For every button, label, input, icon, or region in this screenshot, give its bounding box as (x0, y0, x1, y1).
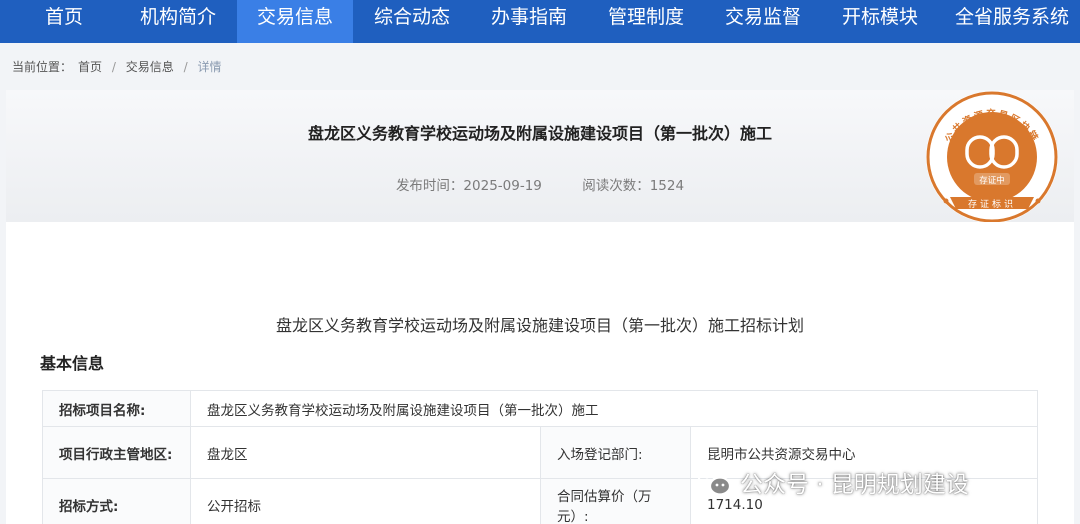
breadcrumb-home[interactable]: 首页 (78, 60, 102, 74)
region-value: 盘龙区 (190, 426, 541, 479)
estimate-label: 合同估算价（万元）: (540, 478, 691, 524)
watermark: 公众号 · 昆明规划建设 (698, 462, 969, 502)
view-count: 阅读次数：1524 (582, 178, 685, 194)
project-name-value: 盘龙区义务教育学校运动场及附属设施建设项目（第一批次）施工 (190, 390, 1038, 427)
nav-item-about[interactable]: 机构简介 (120, 0, 236, 43)
project-name-label: 招标项目名称: (42, 390, 191, 427)
breadcrumb-prefix: 当前位置： (12, 60, 73, 74)
breadcrumb-trading-info[interactable]: 交易信息 (126, 60, 174, 74)
breadcrumb-separator: / (111, 60, 116, 74)
section-title-basic-info: 基本信息 (40, 354, 105, 373)
seal-center-text: 存证中 (979, 175, 1005, 186)
region-label: 项目行政主管地区: (42, 426, 191, 479)
nav-item-rules[interactable]: 管理制度 (588, 0, 704, 43)
document-title: 盘龙区义务教育学校运动场及附属设施建设项目（第一批次）施工招标计划 (275, 316, 804, 335)
nav-item-province-services[interactable]: 全省服务系统 (944, 0, 1080, 43)
basic-info-table: 招标项目名称: 盘龙区义务教育学校运动场及附属设施建设项目（第一批次）施工 项目… (42, 390, 1038, 524)
breadcrumb-separator: / (183, 60, 188, 74)
nav-item-trading-info[interactable]: 交易信息 (237, 0, 353, 43)
seal-bottom-text: 存证标识 (968, 198, 1016, 210)
method-value: 公开招标 (190, 478, 541, 524)
wechat-icon (698, 467, 732, 496)
dept-label: 入场登记部门: (540, 426, 691, 479)
article-header (6, 90, 1074, 222)
article-meta: 发布时间：2025-09-19 阅读次数：1524 (0, 174, 1080, 194)
breadcrumb: 当前位置： 首页 / 交易信息 / 详情 (12, 58, 227, 75)
nav-item-bid-opening[interactable]: 开标模块 (822, 0, 938, 43)
method-label: 招标方式: (42, 478, 191, 524)
article-title: 盘龙区义务教育学校运动场及附属设施建设项目（第一批次）施工 (307, 124, 772, 143)
table-row: 招标项目名称: 盘龙区义务教育学校运动场及附属设施建设项目（第一批次）施工 (42, 390, 1038, 427)
top-nav: 首页 机构简介 交易信息 综合动态 办事指南 管理制度 交易监督 开标模块 全省… (0, 0, 1080, 43)
breadcrumb-current: 详情 (197, 60, 222, 74)
blockchain-seal-icon: 公共资源交易区块链 存证中 存证标识 (926, 91, 1058, 223)
nav-item-news[interactable]: 综合动态 (354, 0, 470, 43)
watermark-text: 公众号 · 昆明规划建设 (740, 472, 969, 498)
nav-item-supervision[interactable]: 交易监督 (705, 0, 821, 43)
publish-time: 发布时间：2025-09-19 (395, 178, 542, 194)
nav-item-guide[interactable]: 办事指南 (471, 0, 587, 43)
nav-item-home[interactable]: 首页 (12, 0, 116, 43)
